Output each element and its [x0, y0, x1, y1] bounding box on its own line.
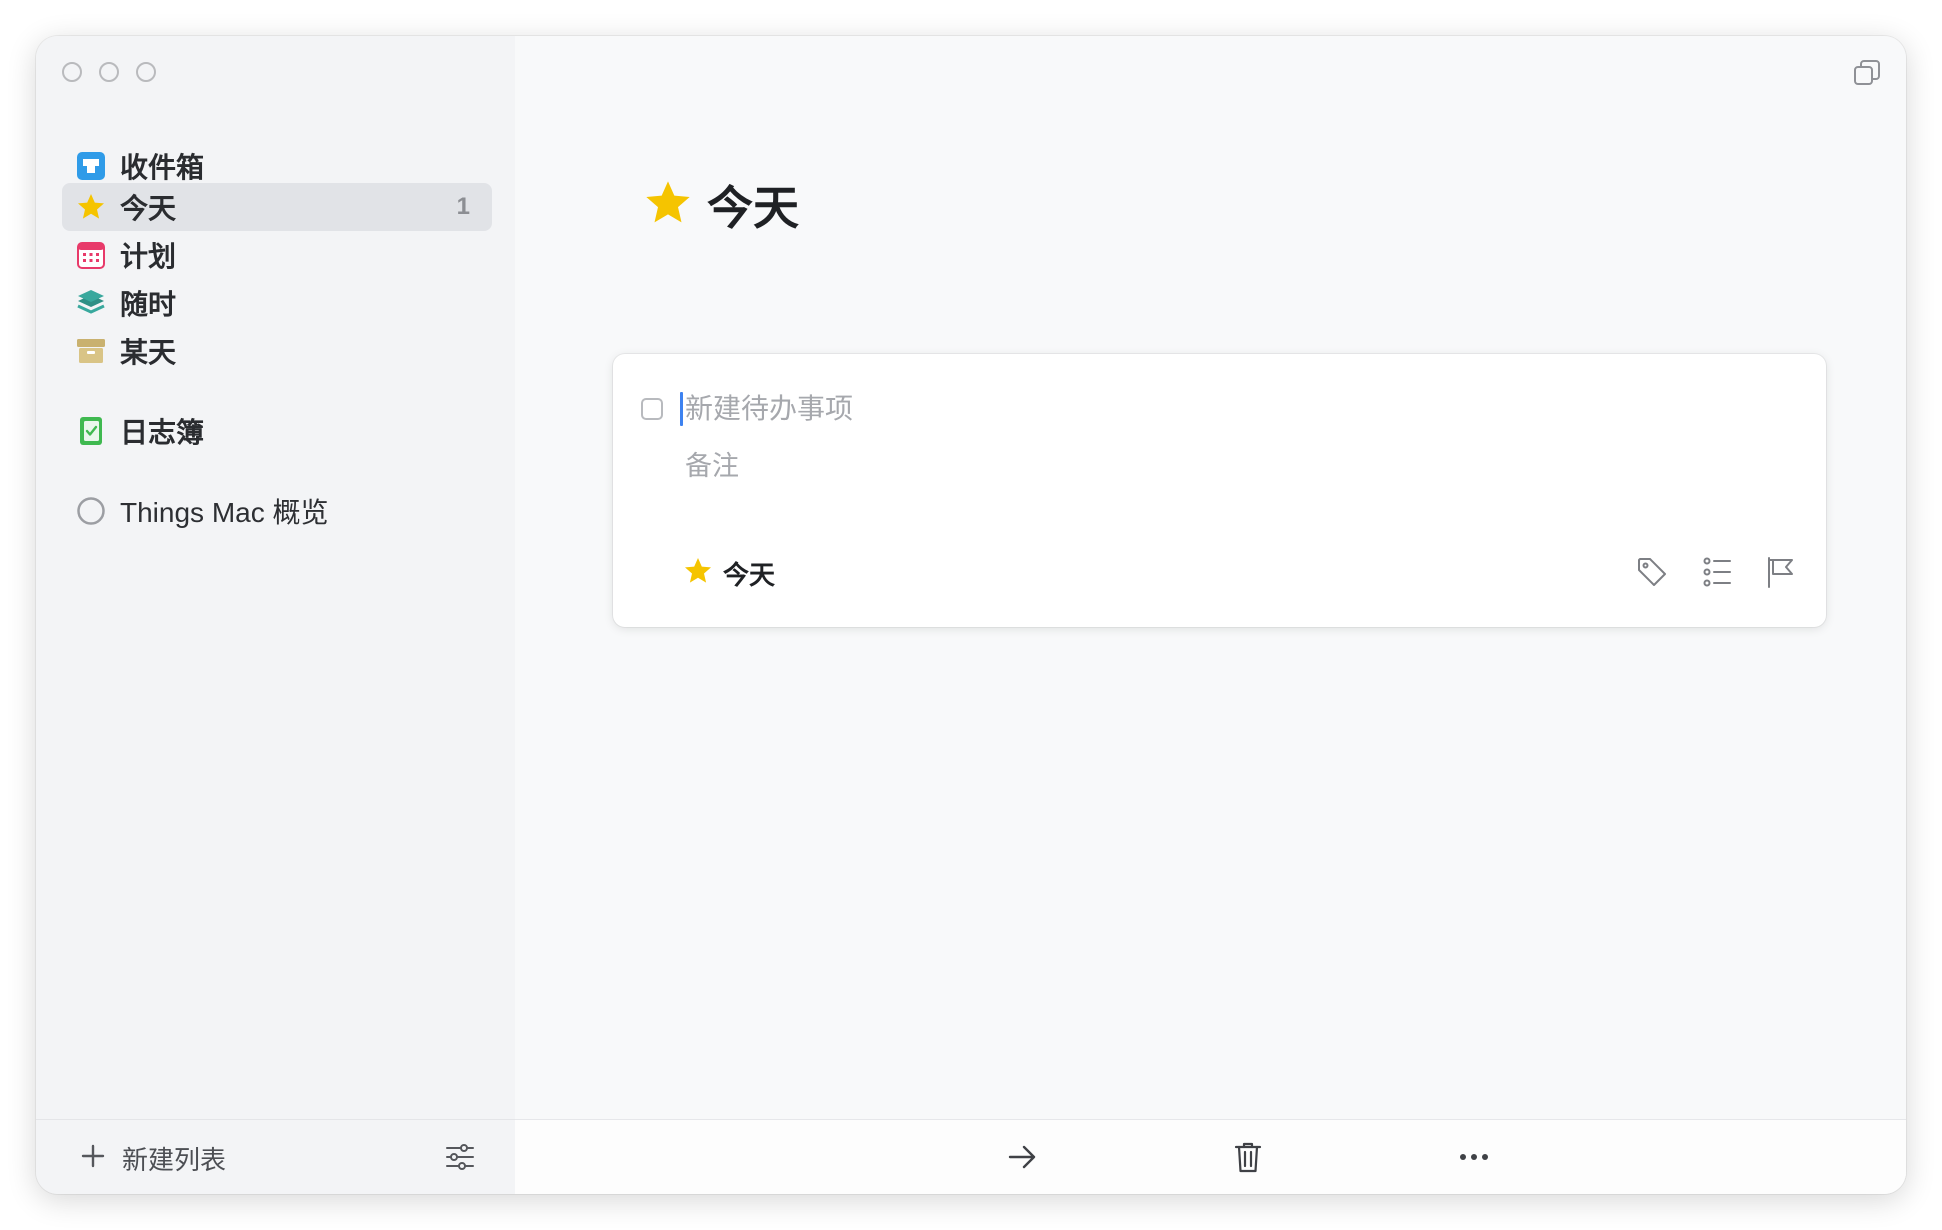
today-count-badge: 1: [456, 193, 470, 220]
todo-checkbox[interactable]: [641, 398, 663, 420]
archive-box-icon: [76, 336, 106, 366]
minimize-window-button[interactable]: [99, 62, 119, 82]
sidebar-item-label: 某天: [120, 337, 177, 368]
sidebar-item-label: 计划: [120, 241, 177, 272]
checklist-icon[interactable]: [1700, 555, 1734, 589]
sidebar-item-label: 随时: [120, 289, 177, 320]
project-circle-icon: [76, 496, 106, 526]
plus-icon: [80, 1143, 106, 1174]
flag-icon[interactable]: [1764, 555, 1798, 589]
zoom-window-button[interactable]: [136, 62, 156, 82]
sidebar-item-label: Things Mac 概览: [120, 497, 329, 528]
new-list-label: 新建列表: [122, 1144, 227, 1175]
arrow-right-icon[interactable]: [1004, 1139, 1040, 1175]
star-icon: [643, 178, 693, 233]
todo-title-input[interactable]: [685, 390, 1585, 428]
sidebar-item-label: 收件箱: [120, 152, 205, 183]
sidebar-item-label: 今天: [120, 193, 177, 224]
sidebar-item-logbook[interactable]: 日志簿: [62, 407, 492, 455]
app-window: 收件箱 今天 1 计划 随时 某天 日志簿 Things Mac 概览 新建列表…: [36, 36, 1906, 1194]
logbook-icon: [76, 416, 106, 446]
todo-notes-input[interactable]: [685, 444, 1585, 482]
sliders-icon[interactable]: [443, 1140, 477, 1174]
calendar-icon: [76, 240, 106, 270]
text-cursor: [680, 392, 683, 426]
when-label: 今天: [723, 559, 776, 590]
star-icon: [76, 192, 106, 222]
copy-window-icon[interactable]: [1852, 58, 1882, 88]
sidebar-item-anytime[interactable]: 随时: [62, 279, 492, 327]
inbox-icon: [76, 151, 106, 181]
sidebar-item-upcoming[interactable]: 计划: [62, 231, 492, 279]
trash-icon[interactable]: [1230, 1139, 1266, 1175]
new-list-button[interactable]: 新建列表: [80, 1140, 226, 1176]
bottom-toolbar: [515, 1119, 1906, 1194]
sidebar-item-someday[interactable]: 某天: [62, 327, 492, 375]
todo-editor-card: 今天: [613, 354, 1826, 627]
main-pane: 今天 今天: [515, 36, 1906, 1194]
when-tag-today[interactable]: 今天: [683, 556, 775, 590]
sidebar: 收件箱 今天 1 计划 随时 某天 日志簿 Things Mac 概览 新建列表: [36, 36, 516, 1194]
sidebar-project-things-overview[interactable]: Things Mac 概览: [62, 487, 492, 535]
page-title: 今天: [707, 182, 799, 234]
sidebar-item-today[interactable]: 今天 1: [62, 183, 492, 231]
sidebar-item-label: 日志簿: [120, 417, 205, 448]
more-icon[interactable]: [1456, 1139, 1492, 1175]
sidebar-footer: 新建列表: [36, 1119, 515, 1194]
layers-icon: [76, 288, 106, 318]
tag-icon[interactable]: [1635, 555, 1669, 589]
page-heading: 今天: [643, 172, 799, 238]
window-controls: [62, 62, 156, 82]
star-icon: [683, 556, 713, 591]
close-window-button[interactable]: [62, 62, 82, 82]
